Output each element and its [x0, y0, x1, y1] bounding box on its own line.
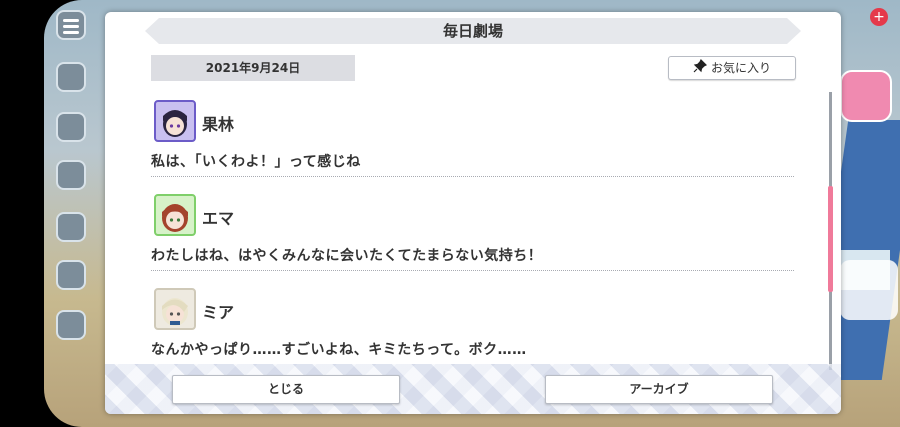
pin-icon: [693, 58, 707, 80]
favorite-button[interactable]: お気に入り: [668, 56, 796, 80]
plus-badge[interactable]: +: [870, 8, 888, 26]
date-label: 2021年9月24日: [151, 55, 355, 81]
speaker-name: エマ: [202, 209, 235, 228]
avatar-mia: [154, 288, 196, 330]
speaker-message: わたしはね、はやくみんなに会いたくてたまらない気持ち！: [151, 248, 543, 264]
conversation-list: 果林 私は、「いくわよ！」って感じね エマ わたしはね、はやくみんなに会いたくて…: [151, 98, 796, 380]
expand-icon[interactable]: [56, 310, 86, 340]
divider: [151, 270, 794, 271]
left-menu-rail: [50, 0, 90, 427]
avatar-emma: [154, 194, 196, 236]
gift-icon[interactable]: [56, 160, 86, 190]
monitor-icon[interactable]: [56, 212, 86, 242]
speaker-name: ミア: [202, 303, 235, 322]
list-item: 果林 私は、「いくわよ！」って感じね: [151, 98, 796, 192]
speaker-message: 私は、「いくわよ！」って感じね: [151, 154, 361, 170]
archive-button[interactable]: アーカイブ: [545, 375, 773, 404]
dialog-title: 毎日劇場: [145, 18, 801, 44]
avatar-karin: [154, 100, 196, 142]
speaker-name: 果林: [202, 115, 235, 134]
list-item: エマ わたしはね、はやくみんなに会いたくてたまらない気持ち！: [151, 192, 796, 286]
crown-icon[interactable]: [56, 112, 86, 142]
event-icon[interactable]: [840, 70, 892, 122]
chat-icon[interactable]: [56, 62, 86, 92]
menu-icon[interactable]: [56, 10, 86, 40]
trophy-icon[interactable]: [56, 260, 86, 290]
shop-icon[interactable]: [840, 260, 898, 320]
speaker-message: なんかやっぱり……すごいよね、キミたちって。ボク……: [151, 342, 527, 358]
favorite-label: お気に入り: [710, 61, 771, 75]
scrollbar-thumb[interactable]: [828, 186, 833, 292]
daily-theater-dialog: 毎日劇場 2021年9月24日 お気に入り 果林 私は、「いくわよ！」って感じね: [105, 12, 841, 414]
close-button[interactable]: とじる: [172, 375, 400, 404]
divider: [151, 176, 794, 177]
